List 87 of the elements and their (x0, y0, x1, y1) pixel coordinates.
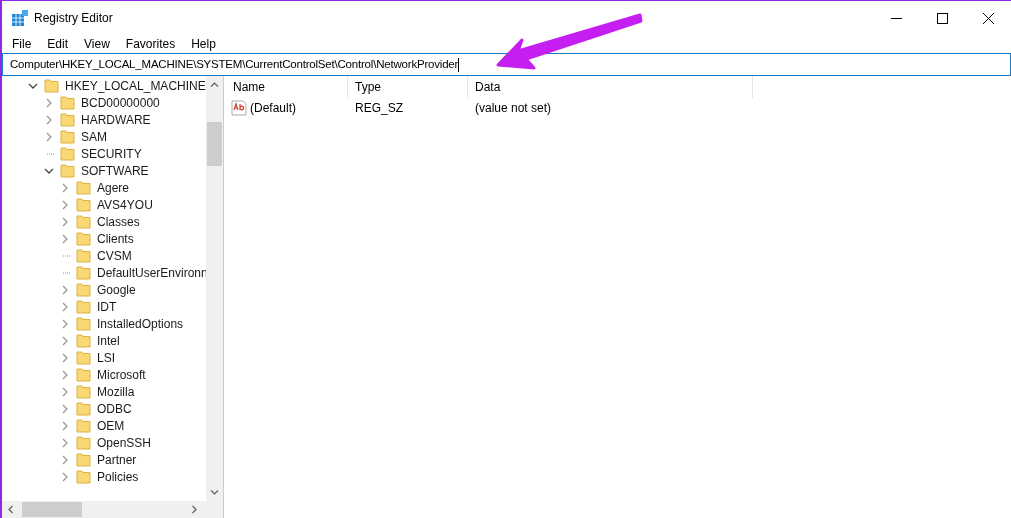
tree-item[interactable]: Mozilla (97, 385, 135, 398)
tree-item[interactable]: ODBC (97, 402, 132, 415)
chevron-right-icon[interactable] (60, 386, 70, 397)
folder-icon (76, 469, 91, 484)
folder-icon (76, 282, 91, 297)
column-header[interactable]: Name (226, 76, 348, 98)
chevron-right-icon[interactable] (44, 97, 54, 108)
tree-item[interactable]: IDT (97, 300, 117, 313)
tree-item[interactable]: Intel (97, 334, 120, 347)
folder-icon (76, 299, 91, 314)
chevron-right-icon[interactable] (60, 199, 70, 210)
tree-item[interactable]: Classes (97, 215, 140, 228)
column-header[interactable]: Type (348, 76, 468, 98)
chevron-right-icon[interactable] (60, 403, 70, 414)
scroll-thumb[interactable] (22, 502, 82, 517)
folder-icon (60, 146, 75, 161)
chevron-right-icon[interactable] (60, 284, 70, 295)
folder-icon (76, 384, 91, 399)
folder-icon (76, 333, 91, 348)
tree-item[interactable]: Partner (97, 453, 137, 466)
tree-item[interactable]: Clients (97, 232, 134, 245)
chevron-right-icon[interactable] (44, 131, 54, 142)
tree-item[interactable]: AVS4YOU (97, 198, 153, 211)
folder-icon (76, 452, 91, 467)
tree-item[interactable]: CVSM (97, 249, 132, 262)
tree-item[interactable]: OEM (97, 419, 125, 432)
folder-icon (76, 401, 91, 416)
folder-icon (76, 214, 91, 229)
chevron-right-icon[interactable] (44, 114, 54, 125)
chevron-right-icon[interactable] (60, 301, 70, 312)
string-value-icon (231, 100, 247, 116)
chevron-right-icon[interactable] (60, 352, 70, 363)
folder-icon (60, 95, 75, 110)
folder-icon (76, 316, 91, 331)
value-data: (value not set) (474, 100, 553, 117)
column-header[interactable]: Data (468, 76, 753, 98)
window-title: Registry Editor (34, 10, 113, 27)
scroll-thumb[interactable] (207, 122, 222, 166)
tree-item[interactable]: OpenSSH (97, 436, 152, 449)
tree-item[interactable]: BCD00000000 (81, 96, 160, 109)
address-bar[interactable]: Computer\HKEY_LOCAL_MACHINE\SYSTEM\CurrentControlSet\Control\NetworkProvider (2, 53, 1011, 76)
folder-icon (76, 418, 91, 433)
folder-icon (76, 435, 91, 450)
tree-item[interactable]: HKEY_LOCAL_MACHINE (65, 79, 206, 92)
folder-icon (76, 265, 91, 280)
vertical-scrollbar[interactable] (206, 76, 223, 501)
folder-icon (60, 163, 75, 178)
app-icon (12, 10, 28, 26)
chevron-right-icon[interactable] (60, 420, 70, 431)
chevron-right-icon[interactable] (60, 471, 70, 482)
value-name[interactable]: (Default) (250, 99, 296, 117)
chevron-right-icon[interactable] (60, 182, 70, 193)
tree-item[interactable]: HARDWARE (81, 113, 151, 126)
folder-icon (76, 350, 91, 365)
menu-item[interactable]: File (4, 35, 40, 53)
folder-icon (76, 367, 91, 382)
folder-icon (76, 180, 91, 195)
maximize-icon (936, 12, 948, 24)
chevron-right-icon[interactable] (60, 369, 70, 380)
chevron-right-icon[interactable] (60, 335, 70, 346)
value-type: REG_SZ (354, 100, 404, 117)
tree-item[interactable]: Microsoft (97, 368, 146, 381)
chevron-right-icon[interactable] (60, 233, 70, 244)
horizontal-scrollbar[interactable] (2, 501, 223, 518)
tree-item[interactable]: Policies (97, 470, 139, 483)
tree-item[interactable]: Agere (97, 181, 130, 194)
tree-item[interactable]: LSI (97, 351, 115, 364)
chevron-right-icon[interactable] (60, 454, 70, 465)
folder-icon (60, 112, 75, 127)
tree-item[interactable]: Google (97, 283, 136, 296)
tree-item[interactable]: SAM (81, 130, 107, 143)
chevron-right-icon[interactable] (60, 216, 70, 227)
chevron-right-icon[interactable] (60, 437, 70, 448)
chevron-right-icon[interactable] (60, 318, 70, 329)
folder-icon (76, 197, 91, 212)
tree-item[interactable]: SOFTWARE (81, 164, 149, 177)
menu-item[interactable]: Help (183, 35, 224, 53)
menu-item[interactable]: View (76, 35, 118, 53)
folder-icon (44, 78, 59, 93)
folder-icon (76, 231, 91, 246)
tree-item[interactable]: SECURITY (81, 147, 142, 160)
menu-item[interactable]: Favorites (117, 35, 184, 53)
menu-item[interactable]: Edit (39, 35, 77, 53)
tree-item[interactable]: InstalledOptions (97, 317, 184, 330)
folder-icon (60, 129, 75, 144)
close-icon (982, 12, 994, 24)
folder-icon (76, 248, 91, 263)
